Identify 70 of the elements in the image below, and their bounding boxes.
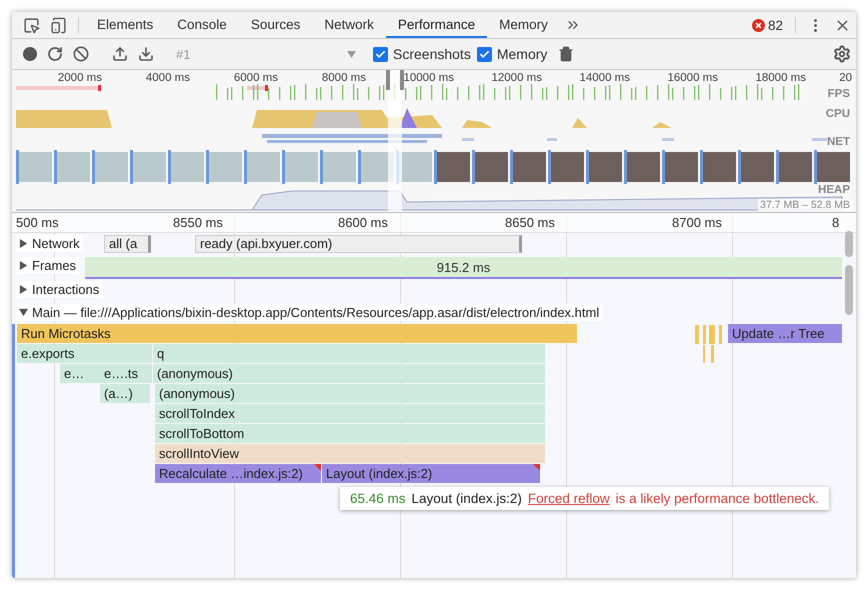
flame-event[interactable]: e.exports <box>17 344 152 363</box>
lane-label: FPS <box>828 88 850 100</box>
flame-event[interactable]: Update …r Tree <box>728 324 842 343</box>
overview-time-label: 10000 ms <box>403 72 454 84</box>
lane-label: CPU <box>826 108 850 120</box>
caret-icon <box>347 50 356 58</box>
expand-arrow-icon[interactable] <box>19 285 28 294</box>
checkbox-label: Memory <box>496 46 548 62</box>
track-name: Network <box>32 236 80 251</box>
flame-event[interactable]: scrollIntoView <box>155 444 545 463</box>
checkbox[interactable] <box>373 46 388 62</box>
check-icon <box>478 48 490 60</box>
checkbox[interactable] <box>476 46 492 62</box>
track-header[interactable]: Interactions <box>16 281 102 298</box>
heap-range: 37.7 MB – 52.8 MB <box>758 199 852 211</box>
overview-time-label: 18000 ms <box>755 72 806 84</box>
ruler-time-label: 8600 ms <box>338 215 388 230</box>
tooltip-duration: 65.46 ms <box>350 491 406 506</box>
flame-event[interactable]: Recalculate …index.js:2) <box>155 464 321 483</box>
flame-event[interactable]: (anonymous) <box>153 364 545 383</box>
network-request[interactable]: all (a <box>104 235 151 253</box>
tooltip-warning-text: is a likely performance bottleneck. <box>616 491 819 506</box>
flame-event[interactable]: (a…) <box>100 384 150 403</box>
flame-event[interactable]: scrollToBottom <box>155 424 545 443</box>
error-count-text: 82 <box>768 18 783 32</box>
overview-time-label: 6000 ms <box>234 72 278 84</box>
overview-time-label: 4000 ms <box>146 72 190 84</box>
ruler-time-label: 8 <box>832 215 840 230</box>
overview-time-label: 2000 ms <box>58 72 102 84</box>
panel-tab[interactable]: Console <box>165 12 239 38</box>
overview-time-label: 20 <box>839 72 852 84</box>
scrollbar-thumb[interactable] <box>845 231 853 257</box>
overview-time-label: 16000 ms <box>667 72 718 84</box>
flame-event[interactable]: e… <box>60 364 100 383</box>
overview-time-label: 8000 ms <box>322 72 366 84</box>
panel-tab[interactable]: Elements <box>85 12 166 38</box>
expand-arrow-icon[interactable] <box>19 239 28 248</box>
expand-arrow-icon[interactable] <box>19 261 28 270</box>
track-name: Frames <box>32 258 76 273</box>
error-icon <box>752 18 765 32</box>
overview-time-label: 14000 ms <box>579 72 630 84</box>
overview-time-label: 12000 ms <box>491 72 542 84</box>
track-name: Interactions <box>32 282 100 297</box>
flame-event[interactable]: e….ts <box>100 364 152 383</box>
panel-tab[interactable]: Memory <box>487 12 560 38</box>
checkbox-label: Screenshots <box>393 46 471 62</box>
flame-event[interactable]: Run Microtasks <box>17 324 577 343</box>
task-slivers-drawing <box>695 325 725 365</box>
ruler-time-label: 8700 ms <box>672 215 722 230</box>
ruler-time-label: 8650 ms <box>505 215 555 230</box>
flame-event[interactable]: scrollToIndex <box>155 404 545 423</box>
check-icon <box>375 48 386 60</box>
error-count[interactable]: 82 <box>746 12 789 38</box>
panel-tab[interactable]: Sources <box>238 12 312 38</box>
forced-reflow-link[interactable]: Forced reflow <box>528 491 610 506</box>
ruler-time-label: 8550 ms <box>173 215 223 230</box>
flame-event[interactable]: q <box>153 344 545 363</box>
track-header[interactable]: Frames <box>16 257 80 274</box>
ruler-time-label: 500 ms <box>16 215 59 230</box>
lane-label: HEAP <box>818 184 850 196</box>
scrollbar-thumb[interactable] <box>845 265 853 315</box>
frame-bar[interactable]: 915.2 ms <box>85 257 842 279</box>
panel-tab[interactable]: Network <box>312 12 386 38</box>
flame-event[interactable]: Layout (index.js:2) <box>322 464 540 483</box>
collapse-arrow-icon[interactable] <box>19 308 28 317</box>
lane-label: NET <box>827 136 850 148</box>
track-header[interactable]: Network <box>16 235 83 252</box>
network-request[interactable]: ready (api.bxyuer.com) <box>195 235 522 253</box>
tooltip-event-name: Layout (index.js:2) <box>412 491 522 506</box>
flame-event[interactable]: (anonymous) <box>155 384 545 403</box>
